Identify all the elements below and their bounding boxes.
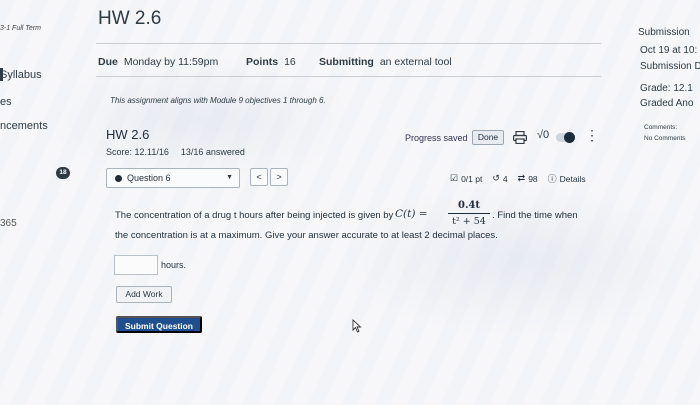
done-button[interactable]: Done [472, 130, 504, 145]
print-icon[interactable] [513, 130, 528, 145]
fraction: 0.4t t² + 54 [448, 200, 490, 227]
retries-icon: ⇄ [517, 173, 526, 183]
answered-count: 13/16 answered [180, 147, 245, 157]
grade: Grade: 12.1 [640, 83, 693, 94]
points-status: 0/1 pt [461, 173, 483, 184]
nav-item-announcements[interactable]: ncements [0, 120, 48, 132]
due-value: Monday by 11:59pm [123, 56, 219, 68]
side-number: 365 [0, 218, 17, 229]
answer-input[interactable] [114, 255, 158, 275]
question-text-line2: the concentration is at a maximum. Give … [115, 230, 498, 241]
math-toggle[interactable] [556, 132, 575, 143]
info-icon[interactable]: ⓘ [548, 172, 557, 185]
comments-label: Comments: [644, 124, 678, 131]
attempts-count: 4 [502, 173, 508, 184]
comments-value: No Comments [644, 135, 686, 142]
due-info: Due Monday by 11:59pm [98, 56, 218, 68]
function-label: C(t) = [395, 208, 428, 220]
submission-details-link[interactable]: Submission D [640, 61, 700, 72]
submitting-label: Submitting [319, 56, 374, 68]
checkbox-icon: ☑ [450, 173, 459, 183]
question-stats: ☑ 0/1 pt ↺ 4 ⇄ 98 ⓘ Details [450, 172, 586, 185]
question-text-line1-end: . Find the time when [492, 210, 578, 221]
fraction-denominator: t² + 54 [452, 216, 486, 227]
assignment-title: HW 2.6 [106, 127, 150, 142]
question-select[interactable]: Question 6 ▼ [106, 168, 240, 188]
answer-unit: hours. [161, 260, 187, 270]
page-title: HW 2.6 [98, 8, 162, 29]
progress-saved-text: Progress saved [405, 133, 468, 143]
nav-item-modules[interactable]: es [0, 96, 12, 108]
fraction-numerator: 0.4t [457, 200, 481, 211]
details-link[interactable]: Details [560, 174, 586, 184]
question-label: Question 6 [127, 173, 171, 183]
divider [96, 76, 601, 77]
fraction-bar [448, 213, 490, 214]
math-entry-icon[interactable]: √0 [537, 129, 549, 141]
due-label: Due [98, 56, 118, 68]
mouse-cursor-icon [352, 318, 362, 333]
retries-count: 98 [528, 173, 538, 184]
add-work-button[interactable]: Add Work [116, 286, 172, 303]
term-label: 3-1 Full Term [0, 25, 41, 32]
submitting-value: an external tool [379, 56, 452, 68]
alignment-note: This assignment aligns with Module 9 obj… [110, 96, 326, 105]
attempts-icon: ↺ [492, 173, 500, 183]
previous-question-button[interactable]: < [250, 168, 268, 186]
more-options-icon[interactable]: ⋮ [585, 128, 599, 142]
course-nav: 3-1 Full Term Syllabus es ncements 365 [0, 0, 62, 405]
divider [96, 43, 601, 44]
submission-sidebar: Submission Oct 19 at 10: Submission D Gr… [636, 0, 700, 405]
points-info: Points 16 [246, 56, 296, 68]
graded-status: Graded Ano [640, 98, 694, 109]
submission-heading: Submission [638, 27, 690, 38]
chevron-down-icon: ▼ [226, 174, 233, 181]
points-value: 16 [284, 56, 296, 68]
question-text-line1: The concentration of a drug t hours afte… [115, 210, 394, 221]
next-question-button[interactable]: > [270, 168, 288, 186]
question-status-dot [115, 175, 122, 182]
score-line: Score: 12.11/16 13/16 answered [106, 147, 257, 157]
submitting-info: Submitting an external tool [319, 56, 452, 68]
points-label: Points [246, 56, 279, 68]
nav-item-syllabus[interactable]: Syllabus [0, 69, 42, 81]
submission-date: Oct 19 at 10: [640, 45, 698, 56]
score: Score: 12.11/16 [106, 147, 169, 157]
question-count-badge: 18 [56, 167, 70, 179]
submit-question-button[interactable]: Submit Question [116, 316, 202, 333]
